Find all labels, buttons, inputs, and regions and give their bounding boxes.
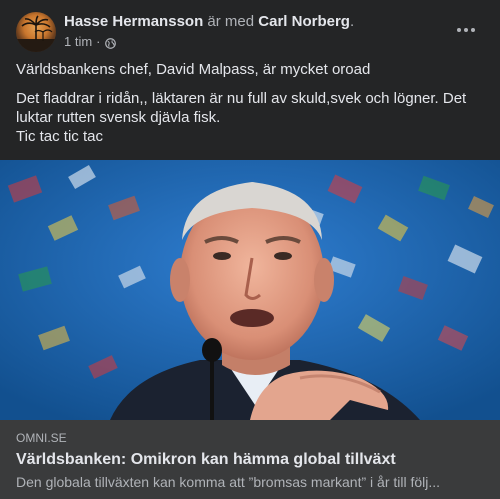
link-description: Den globala tillväxten kan komma att ”br… — [16, 474, 441, 490]
link-title[interactable]: Världsbanken: Omikron kan hämma global t… — [16, 450, 484, 470]
post-line-3: Tic tac tic tac — [16, 128, 103, 145]
author-name[interactable]: Hasse Hermansson — [64, 13, 203, 30]
with-text: är med — [207, 13, 255, 30]
period: . — [349, 13, 355, 30]
post-text: Världsbankens chef, David Malpass, är my… — [16, 60, 484, 146]
post-author-line: Hasse Hermansson är med Carl Norberg. — [64, 12, 354, 32]
post-timestamp[interactable]: 1 tim — [64, 34, 92, 50]
link-domain: OMNI.SE — [16, 431, 67, 445]
link-preview-image[interactable] — [0, 160, 500, 420]
link-preview-card[interactable]: OMNI.SE Världsbanken: Omikron kan hämma … — [0, 420, 500, 499]
tagged-name[interactable]: Carl Norberg — [258, 13, 350, 30]
post-meta: 1 tim · — [64, 34, 116, 50]
globe-icon — [104, 37, 116, 49]
post-line-2: Det fladdrar i ridån,, läktaren är nu fu… — [16, 90, 467, 126]
facebook-post: Hasse Hermansson är med Carl Norberg. 1 … — [0, 0, 500, 499]
post-line-1: Världsbankens chef, David Malpass, är my… — [16, 61, 371, 78]
meta-separator: · — [96, 34, 101, 49]
more-options-icon[interactable] — [456, 20, 476, 40]
author-avatar[interactable] — [16, 12, 56, 52]
post-header: Hasse Hermansson är med Carl Norberg. 1 … — [0, 0, 500, 58]
